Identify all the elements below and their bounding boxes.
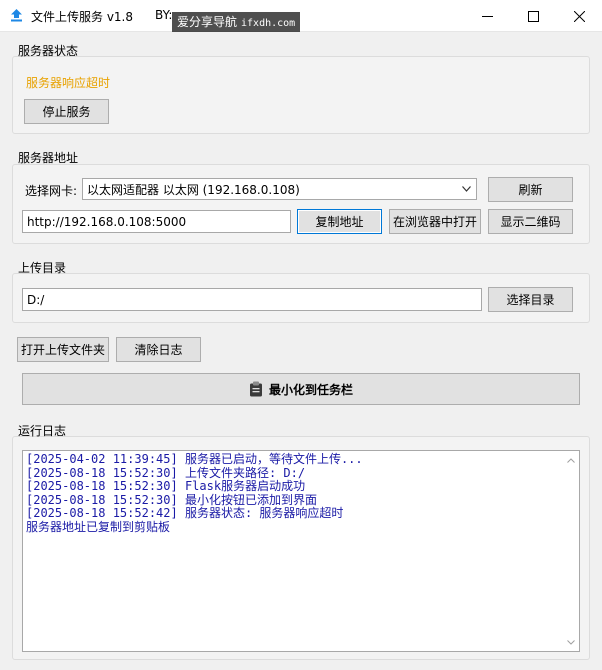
minimize-icon	[481, 15, 493, 17]
chevron-up-icon	[567, 457, 575, 463]
title-bar[interactable]: 文件上传服务 v1.8 BY: 爱分享导航 ifxdh.com	[0, 0, 602, 32]
nic-select[interactable]: 以太网适配器 以太网 (192.168.0.108)	[82, 178, 477, 200]
log-line: 服务器地址已复制到剪贴板	[26, 519, 171, 534]
server-address-label: 服务器地址	[18, 151, 79, 165]
chevron-down-icon	[462, 186, 471, 192]
chevron-down-icon	[567, 639, 575, 645]
clear-log-button[interactable]: 清除日志	[116, 337, 201, 362]
close-icon	[573, 10, 585, 22]
copy-address-button[interactable]: 复制地址	[297, 209, 382, 234]
watermark-text: 爱分享导航	[177, 15, 238, 29]
log-output[interactable]: [2025-04-02 11:39:45] 服务器已启动，等待文件上传... […	[22, 450, 580, 652]
open-upload-folder-button[interactable]: 打开上传文件夹	[17, 337, 109, 362]
log-line: [2025-08-18 15:52:42] 服务器状态: 服务器响应超时	[26, 506, 344, 520]
log-line: [2025-04-02 11:39:45] 服务器已启动，等待文件上传...	[26, 452, 363, 466]
nic-label: 选择网卡:	[25, 184, 78, 198]
log-line: [2025-08-18 15:52:30] Flask服务器启动成功	[26, 479, 306, 493]
server-status-text: 服务器响应超时	[26, 76, 111, 90]
upload-dir-label: 上传目录	[18, 261, 67, 275]
upload-dir-field[interactable]: D:/	[22, 288, 482, 311]
nic-selected-value: 以太网适配器 以太网 (192.168.0.108)	[87, 182, 300, 197]
close-window-button[interactable]	[556, 0, 602, 32]
refresh-button[interactable]: 刷新	[488, 177, 573, 202]
server-status-label: 服务器状态	[18, 44, 79, 58]
maximize-window-button[interactable]	[510, 0, 556, 32]
log-line: [2025-08-18 15:52:30] 上传文件夹路径: D:/	[26, 465, 306, 480]
log-label: 运行日志	[18, 424, 67, 438]
clipboard-icon	[249, 381, 262, 397]
watermark: 爱分享导航 ifxdh.com	[172, 12, 301, 32]
log-line: [2025-08-18 15:52:30] 最小化按钮已添加到界面	[26, 492, 317, 507]
minimize-window-button[interactable]	[464, 0, 510, 32]
minimize-to-taskbar-button[interactable]: 最小化到任务栏	[22, 373, 580, 405]
show-qr-button[interactable]: 显示二维码	[488, 209, 573, 234]
window-title: 文件上传服务 v1.8	[31, 10, 134, 24]
minimize-to-taskbar-label: 最小化到任务栏	[268, 382, 353, 397]
stop-service-button[interactable]: 停止服务	[24, 99, 109, 124]
maximize-icon	[527, 10, 539, 22]
choose-dir-button[interactable]: 选择目录	[488, 287, 573, 312]
scroll-down-button[interactable]	[565, 636, 577, 648]
scroll-up-button[interactable]	[565, 454, 577, 466]
window-author-prefix: BY:	[155, 8, 173, 22]
open-in-browser-button[interactable]: 在浏览器中打开	[389, 209, 481, 234]
app-upload-icon	[11, 9, 22, 22]
watermark-url: ifxdh.com	[241, 18, 296, 29]
server-url-field[interactable]: http://192.168.0.108:5000	[22, 210, 291, 233]
